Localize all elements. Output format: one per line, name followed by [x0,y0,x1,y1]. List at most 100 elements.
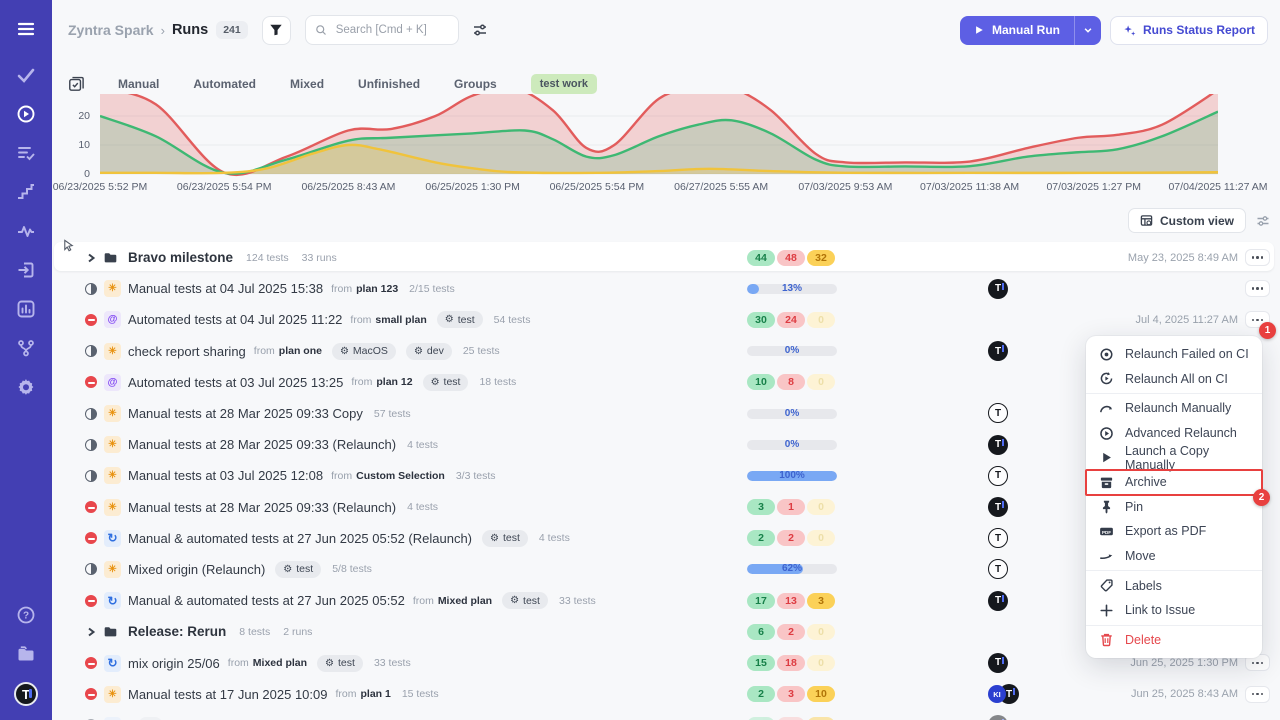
run-name[interactable]: Manual tests at 04 Jul 2025 15:38 [128,281,323,296]
tests-count: 4 tests [407,439,438,451]
folder-name[interactable]: Bravo milestone [128,250,233,265]
tab-automated[interactable]: Automated [193,77,256,91]
menu-item-pin[interactable]: Pin [1086,495,1262,520]
view-settings-icon[interactable] [1256,214,1270,228]
avatar[interactable]: T [988,591,1008,611]
expand-chevron-icon[interactable] [86,253,96,263]
search-input[interactable] [334,23,449,37]
filter-button[interactable] [262,16,291,45]
tab-groups[interactable]: Groups [454,77,497,91]
menu-item-relaunch-manually[interactable]: Relaunch Manually [1086,396,1262,421]
menu-item-launch-a-copy-manually[interactable]: Launch a Copy Manually [1086,445,1262,470]
run-name[interactable]: Mixed origin (Relaunch) [128,562,265,577]
manual-run-button[interactable]: Manual Run [960,16,1074,45]
custom-view-button[interactable]: Custom view [1128,208,1246,233]
plan-name[interactable]: plan 123 [356,283,398,295]
search-box[interactable] [305,15,459,45]
assignee-avatars: T [988,528,1008,548]
tests-count: 4 tests [539,532,570,544]
sidebar-tests-icon[interactable] [15,64,37,86]
row-menu-button[interactable] [1245,249,1270,266]
sidebar-milestones-icon[interactable] [15,181,37,203]
avatar-ki[interactable]: KI [988,685,1006,703]
run-name[interactable]: Manual tests at 28 Mar 2025 09:33 Copy [128,406,363,421]
sidebar-menu-icon[interactable] [15,18,37,40]
env-tag[interactable]: ⚙test [423,374,469,391]
sidebar-test-plans-icon[interactable] [15,142,37,164]
sidebar-help-icon[interactable]: ? [15,604,37,626]
menu-item-move[interactable]: Move [1086,544,1262,569]
sidebar-pulse-icon[interactable] [15,220,37,242]
run-name[interactable]: Manual & automated tests at 27 Jun 2025 … [128,593,405,608]
folder-row[interactable]: Bravo milestone124 tests33 runs444832May… [60,242,1272,273]
plan-name[interactable]: Mixed plan [438,595,492,607]
plan-name[interactable]: Custom Selection [356,470,445,482]
env-tag[interactable]: ⚙test [482,530,528,547]
tab-mixed[interactable]: Mixed [290,77,324,91]
sidebar-settings-icon[interactable] [15,376,37,398]
menu-item-advanced-relaunch[interactable]: Advanced Relaunch [1086,421,1262,446]
run-name[interactable]: Manual & automated tests at 27 Jun 2025 … [128,531,472,546]
row-menu-button[interactable] [1245,686,1270,703]
run-row[interactable]: @Automated tests at 04 Jul 2025 11:22fro… [60,304,1272,335]
run-name[interactable]: Automated tests at 04 Jul 2025 11:22 [128,312,342,327]
failed-count-badge: 1 [777,499,805,515]
menu-item-labels[interactable]: Labels [1086,573,1262,598]
menu-item-relaunch-failed-on-ci[interactable]: Relaunch Failed on CI [1086,342,1262,367]
sidebar-runs-icon[interactable] [15,103,37,125]
run-name[interactable]: Manual tests at 03 Jul 2025 12:08 [128,468,323,483]
plan-name[interactable]: plan 1 [360,688,390,700]
plan-name[interactable]: Mixed plan [253,657,307,669]
menu-item-archive[interactable]: Archive [1086,470,1262,495]
sidebar-projects-icon[interactable] [15,643,37,665]
env-tag[interactable]: ⚙test [317,655,363,672]
run-row[interactable]: ✳Manual tests at 04 Jul 2025 15:38frompl… [60,273,1272,304]
sidebar-branches-icon[interactable] [15,337,37,359]
env-tag[interactable]: ⚙test [275,561,321,578]
env-tag[interactable]: ⚙MacOS [332,343,396,360]
avatar[interactable]: T [988,341,1008,361]
avatar-outline[interactable]: T [988,559,1008,579]
run-name[interactable]: check report sharing [128,344,246,359]
plan-name[interactable]: plan one [279,345,322,357]
progress-label: 62% [747,564,837,574]
menu-item-delete[interactable]: Delete [1086,628,1262,653]
avatar[interactable]: T [988,715,1008,720]
avatar[interactable]: T [988,653,1008,673]
row-menu-button[interactable] [1245,280,1270,297]
run-name[interactable]: Automated tests at 03 Jul 2025 13:25 [128,375,343,390]
avatar-outline[interactable]: T [988,403,1008,423]
folder-name[interactable]: Release: Rerun [128,624,226,639]
menu-item-relaunch-all-on-ci[interactable]: Relaunch All on CI [1086,367,1262,392]
expand-chevron-icon[interactable] [86,627,96,637]
manual-run-dropdown-button[interactable] [1074,16,1101,45]
menu-item-export-as-pdf[interactable]: PDFExport as PDF [1086,519,1262,544]
env-tag[interactable]: ⚙dev [406,343,452,360]
avatar-outline[interactable]: T [988,528,1008,548]
env-tag[interactable]: ⚙test [502,592,548,609]
avatar-outline[interactable]: T [988,466,1008,486]
run-row[interactable]: ↻⚙ T [60,710,1272,720]
avatar[interactable]: T [988,435,1008,455]
plan-name[interactable]: plan 12 [376,376,412,388]
menu-item-link-to-issue[interactable]: Link to Issue [1086,598,1262,623]
tune-filters-icon[interactable] [472,22,488,38]
run-row[interactable]: ✳Manual tests at 17 Jun 2025 10:09frompl… [60,679,1272,710]
run-name[interactable]: Manual tests at 17 Jun 2025 10:09 [128,687,327,702]
run-name[interactable]: mix origin 25/06 [128,656,220,671]
sidebar-analytics-icon[interactable] [15,298,37,320]
breadcrumb-project[interactable]: Zyntra Spark [68,22,154,38]
sidebar-import-icon[interactable] [15,259,37,281]
avatar[interactable]: T [988,279,1008,299]
select-all-icon[interactable] [68,76,84,92]
tab-unfinished[interactable]: Unfinished [358,77,420,91]
env-tag[interactable]: ⚙test [437,311,483,328]
run-name[interactable]: Manual tests at 28 Mar 2025 09:33 (Relau… [128,437,396,452]
active-filter-chip[interactable]: test work [531,74,597,94]
plan-name[interactable]: small plan [375,314,426,326]
tab-manual[interactable]: Manual [118,77,159,91]
avatar[interactable]: T [988,497,1008,517]
run-name[interactable]: Manual tests at 28 Mar 2025 09:33 (Relau… [128,500,396,515]
runs-status-report-button[interactable]: Runs Status Report [1110,16,1268,45]
sidebar-workspace-avatar[interactable]: T [14,682,38,706]
